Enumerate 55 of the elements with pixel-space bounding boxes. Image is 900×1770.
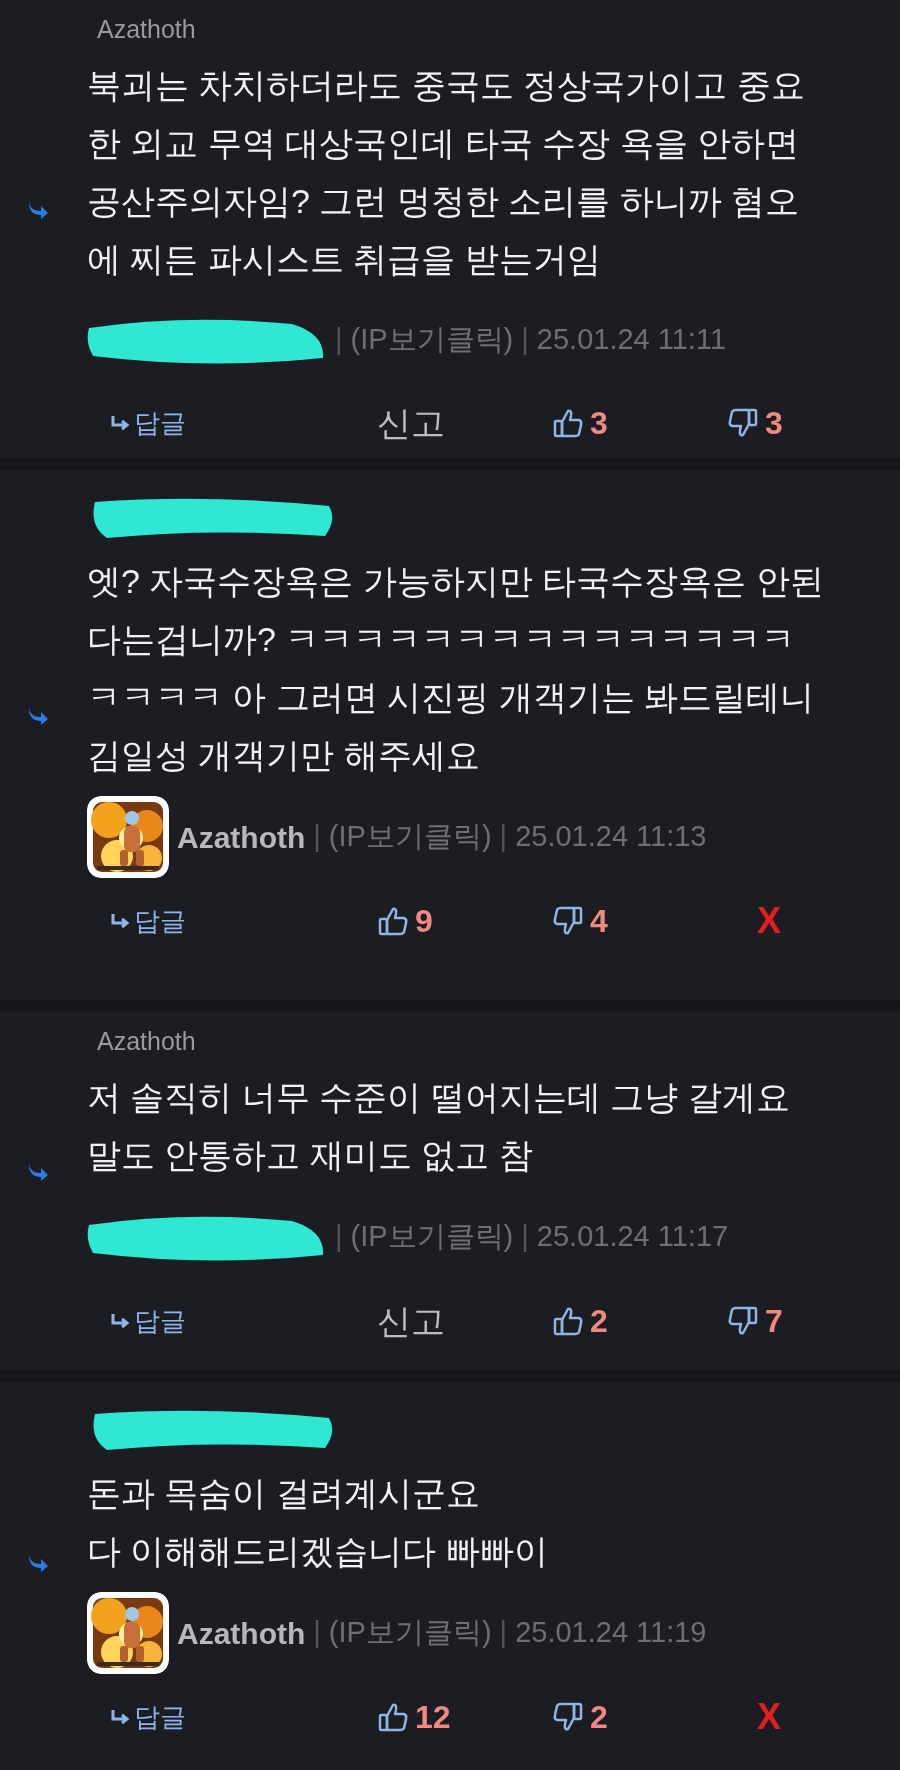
thumbs-down-icon [727,1305,759,1337]
reply-button[interactable]: 답글 [110,403,186,443]
divider-text: | [499,1615,508,1651]
comment-text: 말도 안통하고 재미도 없고 참 [87,1135,534,1176]
delete-button[interactable]: X [727,1690,781,1744]
dislike-button[interactable]: 3 [727,399,783,448]
divider-text: | [499,819,508,855]
reply-icon [110,1313,132,1329]
dislike-button[interactable]: 2 [552,1693,608,1741]
divider-text: | [313,819,321,855]
comment-text: 공산주의자임? 그런 멍청한 소리를 하니까 혐오 [87,180,801,222]
like-button[interactable]: 3 [552,399,608,448]
thumbs-up-icon [377,1701,409,1733]
reply-icon [110,913,132,929]
commenter-name: Azathoth [96,14,196,46]
comment-text: 에 찌든 파시스트 취급을 받는거임 [87,238,602,280]
comment-text: 다는겁니까? ㅋㅋㅋㅋㅋㅋㅋㅋㅋㅋㅋㅋㅋㅋㅋ [87,619,797,660]
thumbs-up-icon [552,407,584,440]
like-button[interactable]: 9 [377,897,433,945]
comment-text: 다 이해해드리겠습니다 빠빠이 [87,1531,549,1572]
thumbs-up-icon [552,1305,584,1337]
report-button[interactable]: 신고 [377,397,445,449]
divider-text: | [313,1615,321,1651]
report-button[interactable]: 신고 [377,1295,445,1347]
comment-text: 한 외교 무역 대상국인데 타국 수장 욕을 안하면 [87,122,801,164]
thumbs-down-icon [552,1701,584,1733]
comment-text: 김일성 개객기만 해주세요 [87,735,481,776]
divider-text: | [521,322,529,358]
like-button[interactable]: 2 [552,1297,608,1345]
comment-text: 돈과 목숨이 걸려계시군요 [87,1473,481,1514]
reply-icon [110,1709,132,1725]
timestamp: 25.01.24 11:17 [536,1219,729,1255]
reply-icon [110,415,132,432]
divider-text: | [335,1219,343,1255]
divider-text: | [521,1219,529,1255]
reply-button[interactable]: 답글 [110,1301,186,1341]
like-button[interactable]: 12 [377,1693,451,1741]
comment-text: ㅋㅋㅋㅋ 아 그러면 시진핑 개객기는 봐드릴테니 [87,677,816,718]
author-name: Azathoth [177,1615,306,1652]
reply-button[interactable]: 답글 [110,1697,186,1737]
author-name: Azathoth [177,819,306,856]
reply-button[interactable]: 답글 [110,901,186,941]
thumbs-down-icon [552,905,584,937]
timestamp: 25.01.24 11:11 [536,322,727,358]
commenter-name: Azathoth [96,1026,196,1058]
thumbs-up-icon [377,905,409,937]
delete-button[interactable]: X [727,894,781,948]
dislike-button[interactable]: 4 [552,897,608,945]
divider-text: | [335,322,343,358]
timestamp: 25.01.24 11:19 [515,1615,707,1651]
dislike-button[interactable]: 7 [727,1297,783,1345]
comment-text: 저 솔직히 너무 수준이 떨어지는데 그냥 갈게요 [87,1077,791,1118]
timestamp: 25.01.24 11:13 [515,819,707,855]
comment-text: 북괴는 차치하더라도 중국도 정상국가이고 중요 [87,64,806,106]
comment-text: 엣? 자국수장욕은 가능하지만 타국수장욕은 안된 [87,561,825,602]
